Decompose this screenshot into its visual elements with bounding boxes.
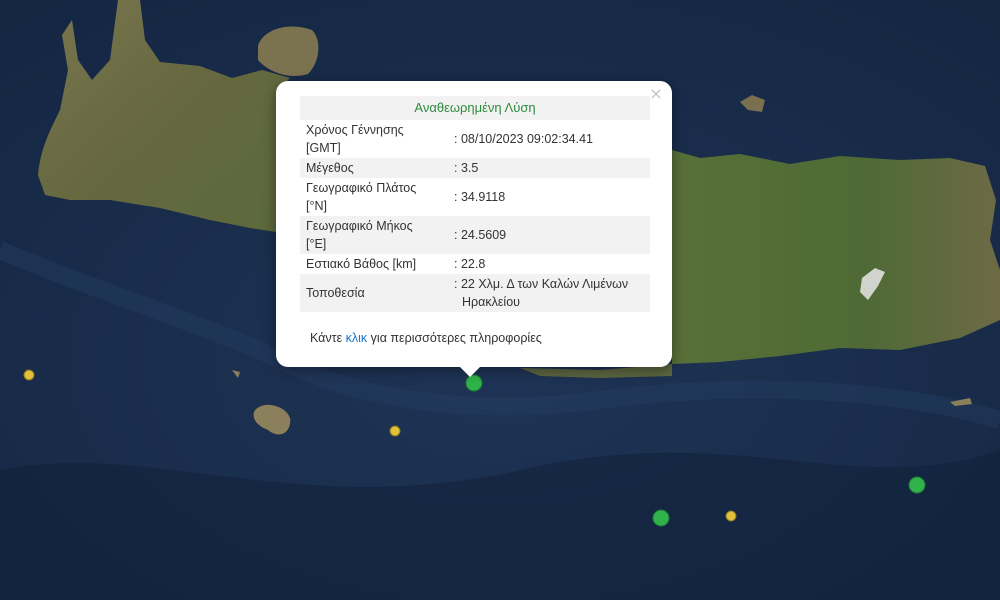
row-value-longitude: : 24.5609 <box>446 216 650 254</box>
row-label-magnitude: Μέγεθος <box>300 158 446 178</box>
row-value-magnitude: : 3.5 <box>446 158 650 178</box>
footer-text-before: Κάντε <box>310 331 346 345</box>
crete-east-land <box>672 150 1000 364</box>
row-label-depth: Εστιακό Βάθος [km] <box>306 257 417 271</box>
footer-text-after: για περισσότερες πληροφορίες <box>367 331 542 345</box>
quake-marker-yellow-1[interactable] <box>23 369 35 381</box>
table-row: Μέγεθος : 3.5 <box>300 158 650 178</box>
earthquake-info-table: Αναθεωρημένη Λύση Χρόνος Γέννησης [GMT] :… <box>300 96 650 312</box>
table-row: Γεωγραφικό Μήκος [°E] : 24.5609 <box>300 216 650 254</box>
row-value-depth: : 22.8 <box>454 257 486 271</box>
table-row: Χρόνος Γέννησης [GMT] : 08/10/2023 09:02:… <box>300 120 650 158</box>
row-label-location: Τοποθεσία <box>300 274 446 312</box>
more-info-link[interactable]: κλικ <box>346 331 368 345</box>
table-row: Γεωγραφικό Πλάτος [°N] : 34.9118 <box>300 178 650 216</box>
quake-marker-green-2[interactable] <box>652 509 670 527</box>
quake-marker-green-3[interactable] <box>908 476 926 494</box>
popup-title-row: Αναθεωρημένη Λύση <box>300 96 650 120</box>
popup-tip <box>459 366 481 377</box>
row-value-latitude: : 34.9118 <box>454 190 506 204</box>
table-row: Εστιακό Βάθος [km] : 22.8 <box>300 254 650 274</box>
close-icon[interactable]: × <box>648 85 664 103</box>
quake-marker-selected[interactable] <box>465 374 483 392</box>
row-value-location: : 22 Χλμ. Δ των Καλών Λιμένων Ηρακλείου <box>446 274 650 312</box>
row-value-origin-time: : 08/10/2023 09:02:34.41 <box>454 132 594 146</box>
row-label-longitude: Γεωγραφικό Μήκος [°E] <box>300 216 446 254</box>
earthquake-info-popup: × Αναθεωρημένη Λύση Χρόνος Γέννησης [GMT]… <box>276 81 672 377</box>
popup-title: Αναθεωρημένη Λύση <box>300 96 650 120</box>
row-label-latitude: Γεωγραφικό Πλάτος [°N] <box>306 181 417 213</box>
popup-footer: Κάντε κλικ για περισσότερες πληροφορίες <box>310 331 542 345</box>
quake-marker-yellow-3[interactable] <box>725 510 737 522</box>
row-label-origin-time: Χρόνος Γέννησης [GMT] <box>306 123 404 155</box>
table-row: Τοποθεσία : 22 Χλμ. Δ των Καλών Λιμένων Η… <box>300 274 650 312</box>
quake-marker-yellow-2[interactable] <box>389 425 401 437</box>
